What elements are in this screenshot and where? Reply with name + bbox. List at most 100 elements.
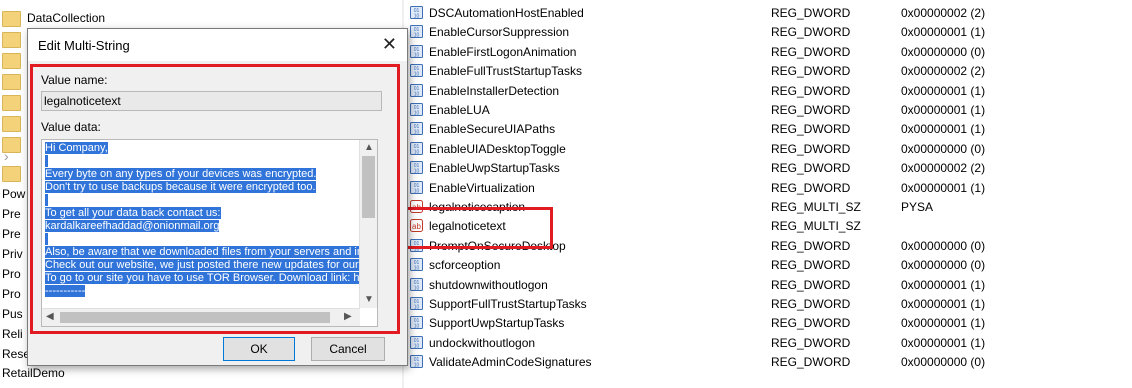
folder-icon (2, 32, 21, 48)
value-type: REG_DWORD (771, 103, 851, 117)
value-data-line: Don't try to use backups because it were… (45, 181, 316, 193)
dword-value-icon: 01 10 (410, 297, 423, 311)
string-value-icon: ab (410, 200, 423, 213)
value-name: EnableInstallerDetection (429, 83, 560, 98)
value-data-line: To get all your data back contact us: (45, 207, 221, 219)
value-data-line: Every byte on any types of your devices … (45, 168, 317, 180)
tree-item-label[interactable]: Reli (2, 325, 23, 343)
value-data: 0x00000002 (2) (901, 64, 986, 79)
tree-item-datacollection[interactable]: DataCollection (27, 9, 105, 27)
value-name: scforceoption (429, 258, 501, 273)
value-name: EnableUwpStartupTasks (429, 161, 560, 176)
value-name: EnableVirtualization (429, 180, 535, 195)
svg-text:10: 10 (414, 14, 420, 20)
value-name: shutdownwithoutlogon (429, 277, 548, 292)
value-name: ValidateAdminCodeSignatures (429, 355, 592, 370)
value-data: 0x00000000 (0) (901, 355, 986, 370)
folder-icon (2, 11, 21, 27)
tree-item-label[interactable]: Pre (2, 225, 21, 243)
value-data: 0x00000001 (1) (901, 83, 986, 98)
ok-button[interactable]: OK (223, 337, 295, 361)
value-data: 0x00000000 (0) (901, 44, 986, 59)
value-data: 0x00000001 (1) (901, 316, 986, 331)
value-type: REG_DWORD (771, 161, 851, 176)
folder-icon (2, 53, 21, 69)
tree-item-label[interactable]: Pre (2, 205, 21, 223)
svg-text:10: 10 (414, 169, 420, 175)
value-data-textarea[interactable]: Hi Company, Every byte on any types of y… (41, 139, 378, 327)
value-data-line: ----------- (45, 285, 86, 297)
scroll-up-icon[interactable]: ▲ (364, 142, 374, 153)
value-data-label: Value data: (41, 120, 101, 134)
value-name: legalnoticecaption (429, 200, 526, 214)
svg-text:10: 10 (414, 91, 420, 97)
value-type: REG_DWORD (771, 238, 851, 253)
value-type: REG_DWORD (771, 277, 851, 292)
folder-icon (2, 116, 21, 132)
value-data: 0x00000001 (1) (901, 297, 986, 311)
value-name: undockwithoutlogon (429, 335, 536, 350)
vertical-scrollbar[interactable]: ▲ ▼ (359, 140, 377, 308)
value-type: REG_DWORD (771, 297, 851, 311)
value-data: 0x00000001 (1) (901, 277, 986, 292)
dword-value-icon: 01 10 (410, 64, 423, 78)
value-name: EnableFullTrustStartupTasks (429, 64, 582, 79)
tree-item-label[interactable]: Priv (2, 245, 23, 263)
dialog-titlebar[interactable]: Edit Multi-String ✕ (28, 29, 407, 61)
value-type: REG_DWORD (771, 25, 851, 40)
folder-icon (2, 74, 21, 90)
value-name: SupportFullTrustStartupTasks (429, 297, 587, 311)
svg-text:10: 10 (414, 72, 420, 78)
value-name: EnableFirstLogonAnimation (429, 44, 577, 59)
horizontal-scrollbar[interactable]: ◀ ▶ (42, 308, 360, 326)
dword-value-icon: 01 10 (410, 258, 423, 272)
value-data: 0x00000001 (1) (901, 122, 986, 137)
svg-text:10: 10 (414, 305, 420, 311)
value-data-line: Hi Company, (45, 142, 108, 154)
dword-value-icon: 01 10 (410, 238, 423, 252)
value-data: 0x00000001 (1) (901, 335, 986, 350)
dword-value-icon: 01 10 (410, 180, 423, 194)
svg-text:10: 10 (414, 343, 420, 349)
dword-value-icon: 01 10 (410, 335, 423, 349)
value-data-line: Check out our website, we just posted th… (45, 259, 359, 271)
value-data: 0x00000002 (2) (901, 6, 986, 20)
value-type: REG_DWORD (771, 83, 851, 98)
dword-value-icon: 01 10 (410, 83, 423, 97)
cancel-button[interactable]: Cancel (311, 337, 385, 361)
scroll-thumb[interactable] (362, 156, 375, 218)
tree-item-label[interactable]: Pro (2, 265, 21, 283)
tree-item-label[interactable]: Pro (2, 285, 21, 303)
dword-value-icon: 01 10 (410, 355, 423, 369)
value-name: SupportUwpStartupTasks (429, 316, 565, 331)
tree-item-label[interactable]: Pus (2, 305, 23, 323)
scroll-left-icon[interactable]: ◀ (46, 311, 54, 322)
tree-item-label[interactable]: Pow (2, 185, 25, 203)
value-type: REG_DWORD (771, 258, 851, 273)
value-data-line: kardalkareefhaddad@onionmail.org (45, 220, 220, 232)
value-data-line (45, 155, 355, 168)
value-data: 0x00000000 (0) (901, 141, 986, 156)
value-name: EnableLUA (429, 103, 490, 117)
value-name-label: Value name: (41, 73, 108, 87)
tree-item-label[interactable]: RetailDemo (2, 364, 65, 382)
dword-value-icon: 01 10 (410, 103, 423, 117)
value-name: EnableUIADesktopToggle (429, 141, 566, 156)
scroll-right-icon[interactable]: ▶ (344, 311, 352, 322)
value-type: REG_DWORD (771, 6, 851, 20)
value-type: REG_DWORD (771, 64, 851, 79)
svg-text:10: 10 (414, 266, 420, 272)
value-name: PromptOnSecureDesktop (429, 238, 566, 253)
dword-value-icon: 01 10 (410, 316, 423, 330)
value-data: 0x00000001 (1) (901, 25, 986, 40)
dword-value-icon: 01 10 (410, 122, 423, 136)
value-name: EnableSecureUIAPaths (429, 122, 556, 137)
value-name-field[interactable]: legalnoticetext (41, 91, 382, 111)
tree-item-label[interactable]: Rese (2, 345, 30, 363)
scroll-down-icon[interactable]: ▼ (364, 294, 374, 305)
chevron-right-icon[interactable]: › (4, 148, 9, 164)
value-type: REG_DWORD (771, 141, 851, 156)
dword-value-icon: 01 10 (410, 141, 423, 155)
close-icon[interactable]: ✕ (382, 34, 397, 55)
scroll-thumb[interactable] (60, 312, 330, 323)
